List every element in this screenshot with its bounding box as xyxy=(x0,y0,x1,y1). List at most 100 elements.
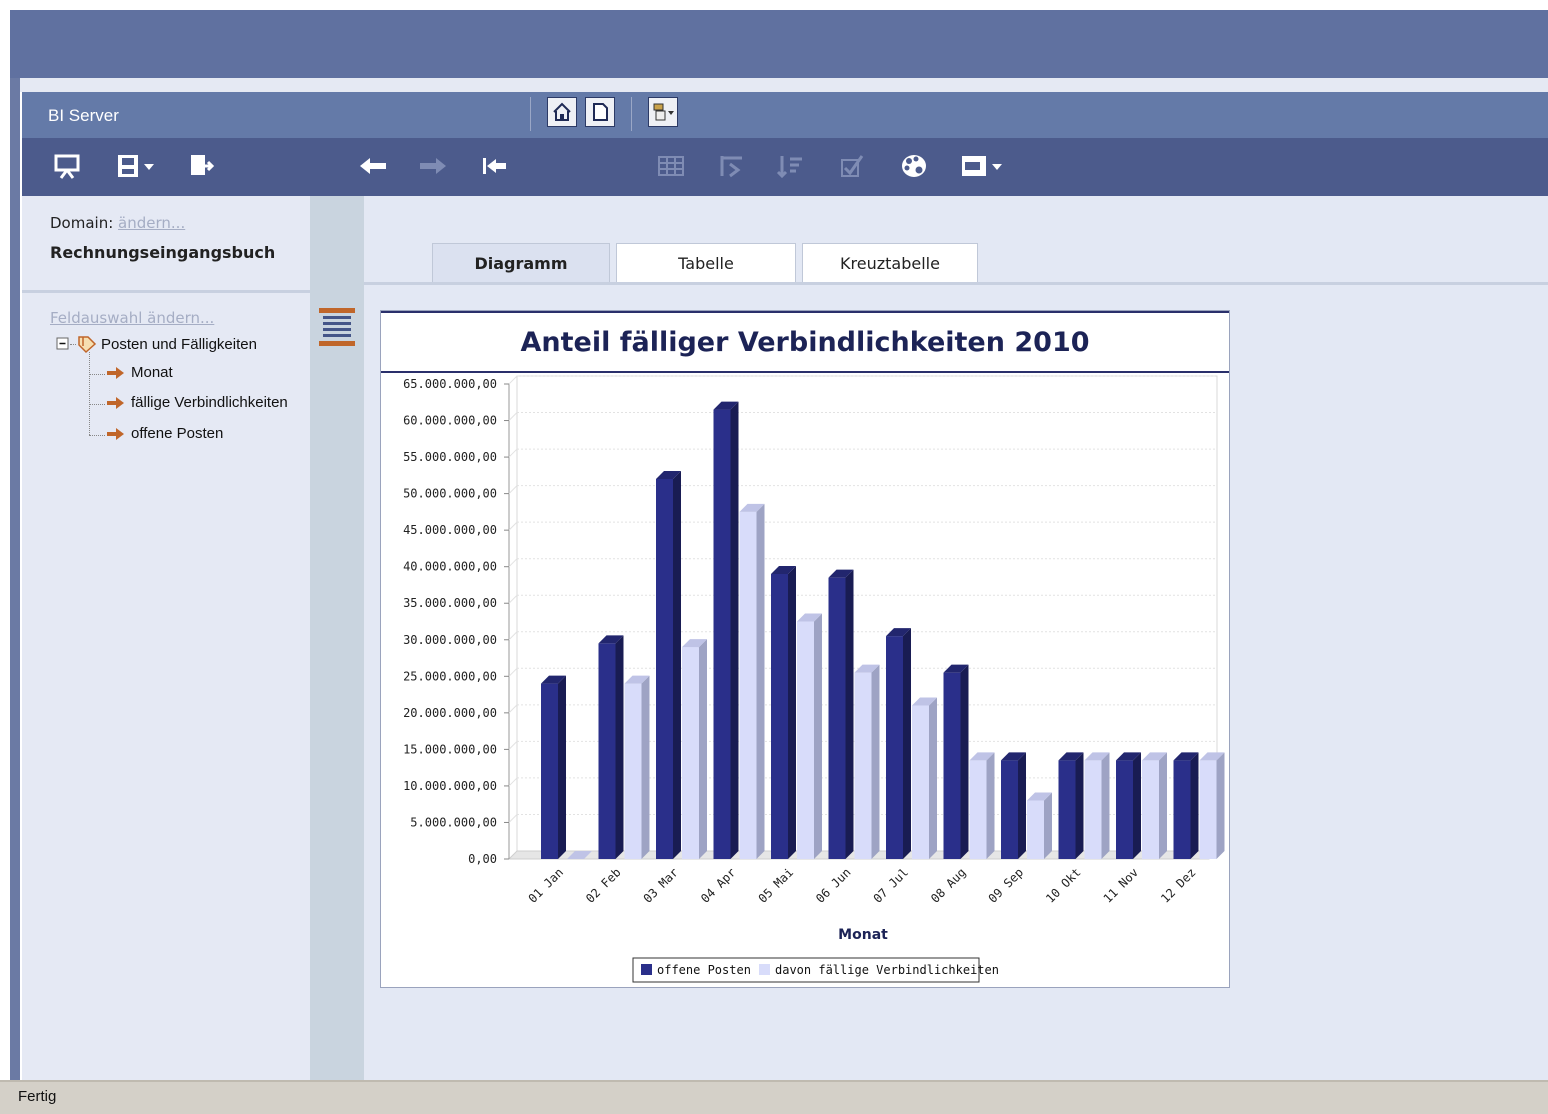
tab-label: Tabelle xyxy=(678,253,734,273)
export-button[interactable] xyxy=(184,151,218,181)
tab-tabelle[interactable]: Tabelle xyxy=(616,243,796,282)
bar-offene-posten xyxy=(713,409,731,859)
bar-offene-posten xyxy=(886,636,903,859)
x-tick-label: 04 Apr xyxy=(698,865,739,906)
bar-faellige-verbindlichkeiten xyxy=(1084,760,1102,859)
bar-offene-posten xyxy=(1173,760,1191,859)
legend-label: davon fällige Verbindlichkeiten xyxy=(775,963,999,977)
tree-item-offene-posten[interactable]: offene Posten xyxy=(106,425,223,442)
y-tick-label: 60.000.000,00 xyxy=(403,414,497,428)
bar-faellige-verbindlichkeiten xyxy=(624,683,642,859)
palette-icon xyxy=(902,155,926,177)
gridline xyxy=(508,521,518,531)
bar-side xyxy=(1075,752,1084,859)
gridline xyxy=(508,412,518,421)
status-text: Fertig xyxy=(18,1088,57,1105)
tools-dropdown-icon xyxy=(653,103,674,121)
bar-offene-posten xyxy=(541,683,558,859)
pivot-icon xyxy=(720,156,742,178)
gridline xyxy=(508,594,518,604)
gridline xyxy=(508,667,518,677)
y-tick-label: 40.000.000,00 xyxy=(403,560,497,574)
status-bar: Fertig xyxy=(0,1080,1548,1114)
bar-side xyxy=(903,628,911,859)
bar-side xyxy=(673,471,681,859)
x-tick-label: 03 Mar xyxy=(641,865,682,906)
bi-server-app: BI Server Domain: ändern... Rechnungsein… xyxy=(0,0,1548,1114)
tab-strip-divider xyxy=(364,282,1548,285)
panel-splitter[interactable] xyxy=(310,196,364,1080)
new-document-button[interactable] xyxy=(585,97,615,127)
gridline xyxy=(508,375,518,385)
x-tick-label: 02 Feb xyxy=(583,865,624,906)
presentation-button[interactable] xyxy=(50,151,84,181)
home-button[interactable] xyxy=(547,97,577,127)
bar-offene-posten xyxy=(771,574,788,859)
bar-side xyxy=(845,569,854,859)
tab-kreuztabelle[interactable]: Kreuztabelle xyxy=(802,243,978,282)
y-tick-label: 0,00 xyxy=(468,852,497,866)
bar-offene-posten xyxy=(828,577,846,859)
x-tick-label: 07 Jul xyxy=(871,865,912,906)
y-tick-label: 30.000.000,00 xyxy=(403,633,497,647)
bar-faellige-verbindlichkeiten xyxy=(1199,760,1217,859)
tree-item-label: Monat xyxy=(131,364,173,381)
main-toolbar xyxy=(22,138,1548,196)
bar-side xyxy=(871,664,880,859)
save-menu-button[interactable] xyxy=(114,151,158,181)
grid-view-button[interactable] xyxy=(654,151,688,181)
bar-side xyxy=(699,639,707,859)
tree-item-label: offene Posten xyxy=(131,425,224,442)
legend-label: offene Posten xyxy=(657,963,751,977)
collapse-icon[interactable] xyxy=(56,337,70,351)
forward-button[interactable] xyxy=(416,151,450,181)
back-button[interactable] xyxy=(356,151,390,181)
tree-item-faellige-verbindlichkeiten[interactable]: fällige Verbindlichkeiten xyxy=(106,394,288,411)
first-button[interactable] xyxy=(478,151,512,181)
field-arrow-icon xyxy=(107,396,124,409)
collapse-panel-icon[interactable] xyxy=(317,306,357,350)
field-arrow-icon xyxy=(107,366,124,379)
x-axis-label: Monat xyxy=(838,927,888,943)
tree-item-label: fällige Verbindlichkeiten xyxy=(131,394,288,411)
x-tick-label: 08 Aug xyxy=(928,865,969,906)
domain-name: Rechnungseingangsbuch xyxy=(50,243,276,262)
document-icon xyxy=(593,103,608,121)
gridline xyxy=(508,741,518,750)
export-icon xyxy=(191,155,215,175)
y-tick-label: 10.000.000,00 xyxy=(403,779,497,793)
domain-label: Domain: xyxy=(50,214,114,232)
bar-side xyxy=(929,697,937,859)
tab-label: Kreuztabelle xyxy=(840,253,940,273)
bar-side xyxy=(1159,752,1167,859)
tree-connector xyxy=(89,352,90,435)
bar-side xyxy=(1190,752,1199,859)
domain-change-link[interactable]: ändern... xyxy=(118,214,185,232)
gridline xyxy=(508,814,518,823)
bar-chart: 0,00 5.000.000,00 10.000.000,00 15.000.000,… xyxy=(403,375,1225,983)
bar-side xyxy=(615,635,624,859)
pivot-button[interactable] xyxy=(716,151,750,181)
tree-item-monat[interactable]: Monat xyxy=(106,364,173,381)
tab-diagramm[interactable]: Diagramm xyxy=(432,243,610,282)
check-button[interactable] xyxy=(836,151,870,181)
bar-side xyxy=(788,566,796,859)
grid-icon xyxy=(658,156,684,176)
bar-side xyxy=(986,752,995,859)
bar-offene-posten xyxy=(1058,760,1076,859)
x-tick-label: 12 Dez xyxy=(1158,865,1199,906)
save-dropdown-icon xyxy=(118,155,154,177)
dimension-folder-icon xyxy=(78,336,97,354)
tree-root[interactable]: Posten und Fälligkeiten xyxy=(56,334,257,354)
layout-menu-button[interactable] xyxy=(958,151,1008,181)
toolbar-separator xyxy=(631,97,632,131)
domain-line: Domain: ändern... xyxy=(50,214,185,232)
gridline xyxy=(508,777,518,787)
palette-button[interactable] xyxy=(898,151,932,181)
bar-faellige-verbindlichkeiten xyxy=(854,672,872,859)
bar-faellige-verbindlichkeiten xyxy=(969,760,987,859)
tools-menu-button[interactable] xyxy=(648,97,678,127)
field-selection-link[interactable]: Feldauswahl ändern... xyxy=(50,309,214,327)
bar-side xyxy=(960,664,969,859)
sort-button[interactable] xyxy=(774,151,808,181)
